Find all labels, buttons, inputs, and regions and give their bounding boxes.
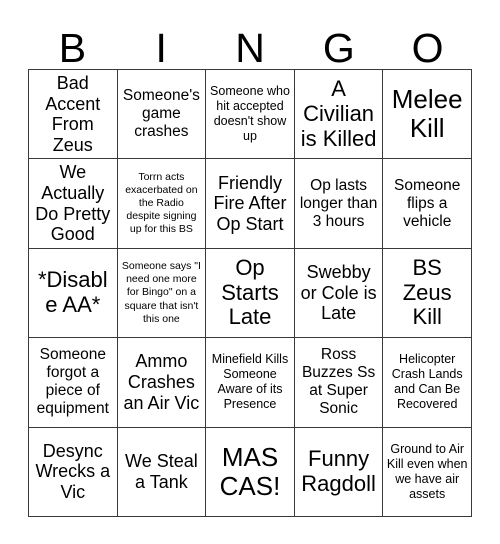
bingo-cell-label: Torrn acts exacerbated on the Radio desp… [125,170,198,236]
bingo-cell-label: Someone forgot a piece of equipment [36,346,109,418]
bingo-cell-label: Someone who hit accepted doesn't show up [210,84,290,144]
bingo-cell-label: BS Zeus Kill [402,254,452,330]
bingo-cell[interactable]: *Disable AA* [29,248,118,339]
bingo-cell-label: Op Starts Late [221,254,279,330]
bingo-cell-label: Desync Wrecks a Vic [35,440,111,503]
bingo-cell[interactable]: Op Starts Late [206,248,295,339]
bingo-cell[interactable]: Minefield Kills Someone Aware of its Pre… [206,338,295,428]
header-letter-i: I [155,25,167,71]
bingo-cell[interactable]: Helicopter Crash Lands and Can Be Recove… [383,338,472,428]
bingo-cell-label: Op lasts longer than 3 hours [299,176,378,230]
bingo-cell-label: Someone says "I need one more for Bingo"… [121,260,201,325]
bingo-cell-label: *Disable AA* [37,267,108,317]
header-letter-g: G [322,25,355,71]
bingo-cell[interactable]: Someone says "I need one more for Bingo"… [117,248,207,339]
header-letter-o: O [411,25,444,71]
bingo-cell[interactable]: MAS CAS! [206,427,295,517]
bingo-cell-label: Helicopter Crash Lands and Can Be Recove… [391,352,463,412]
bingo-cell-label: Someone's game crashes [122,87,200,141]
bingo-cell-label: Swebby or Cole is Late [300,261,377,324]
bingo-cell[interactable]: Ross Buzzes Ss at Super Sonic [294,338,384,428]
bingo-cell[interactable]: Funny Ragdoll [294,427,384,517]
bingo-cell-label: We Actually Do Pretty Good [35,162,111,245]
bingo-cell[interactable]: Ground to Air Kill even when we have air… [383,427,472,517]
bingo-cell[interactable]: Someone's game crashes [117,70,207,160]
bingo-cell[interactable]: BS Zeus Kill [383,248,472,339]
bingo-cell[interactable]: Friendly Fire After Op Start [206,159,295,249]
bingo-cell[interactable]: Swebby or Cole is Late [294,248,384,339]
bingo-card: B I N G O Bad Accent From Zeus Someone's… [0,0,500,544]
bingo-cell[interactable]: Op lasts longer than 3 hours [294,159,384,249]
bingo-cell[interactable]: Desync Wrecks a Vic [29,427,118,517]
bingo-cell-label: Minefield Kills Someone Aware of its Pre… [211,352,289,412]
bingo-cell[interactable]: Ammo Crashes an Air Vic [117,338,207,428]
header-letter-n: N [235,25,265,71]
bingo-cell[interactable]: Someone forgot a piece of equipment [29,338,118,428]
bingo-cell-label: Melee Kill [391,84,463,144]
bingo-cell-label: Ammo Crashes an Air Vic [123,351,200,413]
bingo-cell-label: A Civilian is Killed [300,75,377,151]
bingo-cell-label: We Steal a Tank [125,451,198,492]
header-letter-b: B [58,25,87,71]
bingo-cell-label: Friendly Fire After Op Start [213,172,287,234]
bingo-cell-label: Funny Ragdoll [301,445,376,496]
bingo-cell-label: MAS CAS! [219,441,281,501]
bingo-header: B I N G O [28,14,472,69]
bingo-cell[interactable]: Melee Kill [383,70,472,160]
bingo-cell[interactable]: We Actually Do Pretty Good [29,159,118,249]
bingo-cell-label: Ground to Air Kill even when we have air… [386,441,468,501]
bingo-cell[interactable]: Torrn acts exacerbated on the Radio desp… [117,159,207,249]
bingo-cell[interactable]: Someone flips a vehicle [383,159,472,249]
bingo-cell-label: Someone flips a vehicle [394,176,461,230]
bingo-cell-label: Bad Accent From Zeus [45,72,101,155]
bingo-cell[interactable]: Bad Accent From Zeus [29,70,118,160]
bingo-grid: Bad Accent From Zeus Someone's game cras… [28,69,472,517]
bingo-cell-label: Ross Buzzes Ss at Super Sonic [301,346,376,418]
bingo-cell[interactable]: We Steal a Tank [117,427,207,517]
bingo-cell[interactable]: A Civilian is Killed [294,70,384,160]
bingo-cell[interactable]: Someone who hit accepted doesn't show up [206,70,295,160]
